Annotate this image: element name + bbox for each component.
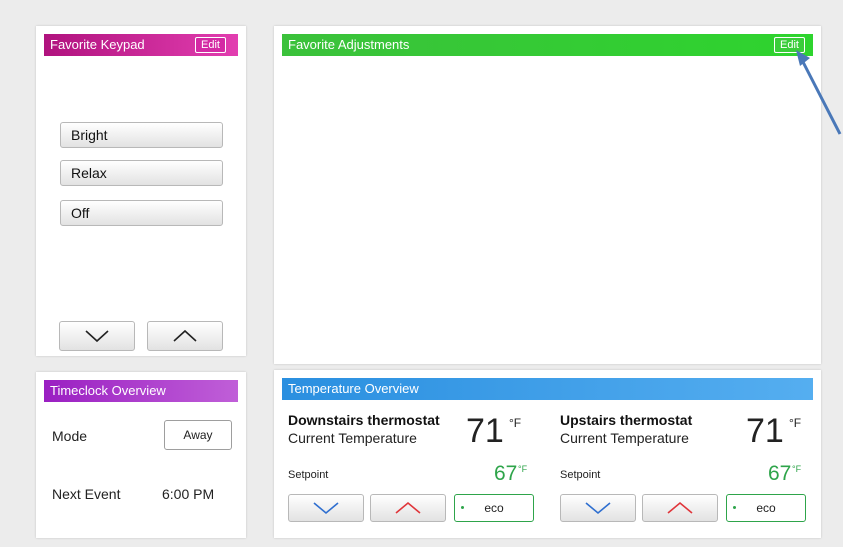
setpoint-label: Setpoint [560, 469, 601, 481]
chevron-down-icon [85, 330, 109, 343]
chevron-up-icon [395, 501, 421, 514]
favorite-adjustments-title: Favorite Adjustments [288, 37, 410, 52]
arrow-icon [796, 50, 842, 135]
thermostat-name: Downstairs thermostat [288, 412, 440, 428]
temperature-header: Temperature Overview [282, 378, 813, 400]
timeclock-header: Timeclock Overview [44, 380, 238, 402]
scene-button-relax[interactable]: Relax [60, 160, 223, 186]
current-temperature-value: 71 [746, 412, 784, 450]
keypad-scroll-down-button[interactable] [59, 321, 135, 351]
setpoint-down-button[interactable] [288, 494, 364, 522]
eco-button[interactable]: eco [454, 494, 534, 522]
thermostat-name: Upstairs thermostat [560, 412, 693, 428]
current-temperature-label: Current Temperature [560, 430, 689, 446]
scene-button-bright[interactable]: Bright [60, 122, 223, 148]
favorite-adjustments-header: Favorite Adjustments Edit [282, 34, 813, 56]
favorite-keypad-panel: Favorite Keypad Edit Bright Relax Off [36, 26, 246, 356]
chevron-down-icon [313, 502, 339, 515]
current-temperature-label: Current Temperature [288, 430, 417, 446]
eco-button[interactable]: eco [726, 494, 806, 522]
setpoint-up-button[interactable] [370, 494, 446, 522]
scene-button-off[interactable]: Off [60, 200, 223, 226]
eco-label: eco [484, 501, 504, 515]
temperature-panel: Temperature Overview Downstairs thermost… [274, 370, 821, 538]
setpoint-down-button[interactable] [560, 494, 636, 522]
temperature-title: Temperature Overview [288, 381, 419, 396]
setpoint-unit: °F [518, 464, 528, 474]
setpoint-up-button[interactable] [642, 494, 718, 522]
timeclock-panel: Timeclock Overview Mode Away Next Event … [36, 372, 246, 538]
eco-label: eco [756, 501, 776, 515]
current-temperature-value: 71 [466, 412, 504, 450]
favorite-adjustments-panel: Favorite Adjustments Edit [274, 26, 821, 364]
mode-label: Mode [52, 428, 88, 444]
chevron-down-icon [585, 502, 611, 515]
chevron-up-icon [667, 501, 693, 514]
chevron-up-icon [173, 329, 197, 342]
setpoint-label: Setpoint [288, 469, 329, 481]
favorite-keypad-title: Favorite Keypad [50, 37, 145, 52]
keypad-scroll-up-button[interactable] [147, 321, 223, 351]
setpoint-unit: °F [792, 464, 802, 474]
temperature-unit: °F [789, 416, 802, 430]
temperature-unit: °F [509, 416, 522, 430]
favorite-keypad-header: Favorite Keypad Edit [44, 34, 238, 56]
next-event-value: 6:00 PM [162, 486, 215, 502]
setpoint-value: 67 [494, 462, 518, 485]
setpoint-value: 67 [768, 462, 792, 485]
keypad-edit-button[interactable]: Edit [195, 37, 226, 53]
next-event-label: Next Event [52, 486, 121, 502]
mode-selector[interactable]: Away [164, 420, 232, 450]
timeclock-title: Timeclock Overview [50, 383, 166, 398]
